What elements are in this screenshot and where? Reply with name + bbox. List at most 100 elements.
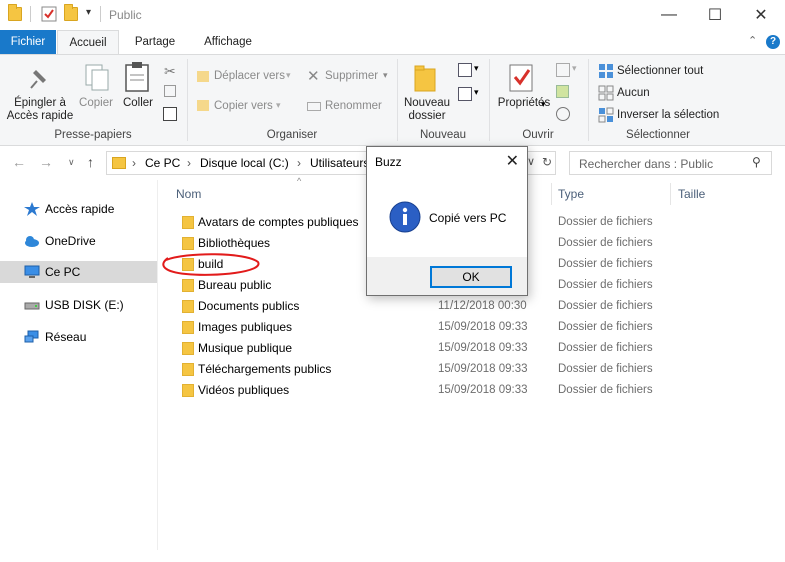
column-header-type[interactable]: Type xyxy=(558,187,584,201)
pin-quick-access-button[interactable]: Épingler à Accès rapide xyxy=(6,97,74,123)
new-folder-label-2: dossier xyxy=(408,110,446,122)
address-segment-users[interactable]: Utilisateurs xyxy=(310,156,369,170)
open-icon[interactable] xyxy=(556,63,570,77)
copy-to-button[interactable]: Copier vers xyxy=(214,100,273,113)
folder-icon xyxy=(182,384,194,397)
sidebar-item-label: USB DISK (E:) xyxy=(45,298,124,312)
file-row[interactable]: Musique publique 15/09/2018 09:33 Dossie… xyxy=(158,338,758,359)
sidebar-item-network[interactable]: Réseau xyxy=(0,326,157,348)
back-icon[interactable]: ← xyxy=(12,154,26,170)
search-box[interactable]: Rechercher dans : Public ⚲ xyxy=(569,151,772,175)
maximize-button[interactable]: ☐ xyxy=(692,0,738,30)
easy-access-icon[interactable] xyxy=(458,87,472,101)
sidebar-item-quick-access[interactable]: Accès rapide xyxy=(0,198,157,220)
file-date: 15/09/2018 09:33 xyxy=(438,342,528,354)
file-name: Téléchargements publics xyxy=(198,362,332,376)
close-button[interactable]: ✕ xyxy=(738,0,784,30)
window-title: Public xyxy=(109,8,142,22)
sidebar-item-this-pc[interactable]: Ce PC xyxy=(0,261,157,283)
open-group-label: Ouvrir xyxy=(522,129,554,141)
file-name: Images publiques xyxy=(198,320,293,334)
up-icon[interactable]: ↑ xyxy=(87,154,94,170)
new-folder-button[interactable]: Nouveau dossier xyxy=(402,97,452,123)
copy-button[interactable]: Copier xyxy=(76,97,116,110)
new-group-label: Nouveau xyxy=(419,129,467,141)
file-row[interactable]: Documents publics 11/12/2018 00:30 Dossi… xyxy=(158,296,758,317)
sidebar-item-usb-disk[interactable]: USB DISK (E:) xyxy=(0,294,157,316)
customize-qa-icon[interactable]: ▾ xyxy=(86,7,91,18)
address-segment-this-pc[interactable]: Ce PC xyxy=(145,156,180,170)
history-icon[interactable] xyxy=(556,107,570,121)
tab-view[interactable]: Affichage xyxy=(193,30,263,54)
file-type: Dossier de fichiers xyxy=(558,258,653,270)
dialog-title-bar: Buzz ✕ xyxy=(367,147,527,177)
sort-ascending-icon: ^ xyxy=(297,176,302,186)
minimize-button[interactable]: — xyxy=(646,0,692,30)
ribbon-tabs: Fichier Accueil Partage Affichage ⌃ ? xyxy=(0,30,785,54)
paste-button[interactable]: Coller xyxy=(118,97,158,110)
copy-path-icon[interactable] xyxy=(164,85,176,97)
file-date: 11/12/2018 00:30 xyxy=(438,300,527,312)
usb-drive-icon xyxy=(24,302,40,310)
select-all-button[interactable]: Sélectionner tout xyxy=(617,65,703,78)
copy-to-icon xyxy=(197,100,209,111)
delete-icon: ✕ xyxy=(307,68,320,85)
organize-group-label: Organiser xyxy=(266,129,318,141)
navigation-pane: Accès rapide OneDrive Ce PC USB DISK (E:… xyxy=(0,180,158,550)
forward-icon[interactable]: → xyxy=(39,154,53,170)
folder-icon xyxy=(182,342,194,355)
annotation-circle xyxy=(162,253,260,276)
refresh-icon[interactable]: ↻ xyxy=(542,155,552,169)
cut-icon[interactable]: ✂ xyxy=(164,63,176,80)
address-dropdown-icon[interactable]: ∨ xyxy=(527,155,535,168)
tab-share[interactable]: Partage xyxy=(124,30,186,54)
search-icon: ⚲ xyxy=(752,155,761,169)
address-folder-icon xyxy=(112,157,126,169)
dialog-body: Copié vers PC xyxy=(367,177,527,257)
rename-button[interactable]: Renommer xyxy=(325,100,382,113)
file-name: Musique publique xyxy=(198,341,293,355)
info-icon xyxy=(389,201,421,233)
pin-icon xyxy=(30,70,46,89)
title-bar: ▾ Public — ☐ ✕ xyxy=(0,0,785,30)
new-folder-icon xyxy=(414,65,436,92)
file-row[interactable]: Images publiques 15/09/2018 09:33 Dossie… xyxy=(158,317,758,338)
properties-icon xyxy=(509,64,533,92)
paste-shortcut-icon[interactable] xyxy=(163,107,177,121)
new-folder-label-1: Nouveau xyxy=(403,97,451,109)
pin-label-2: Accès rapide xyxy=(6,110,74,122)
recent-locations-icon[interactable]: ∨ xyxy=(68,157,75,168)
column-header-name[interactable]: Nom xyxy=(176,187,201,201)
folder-icon xyxy=(182,321,194,334)
tab-home[interactable]: Accueil xyxy=(57,30,119,54)
file-row[interactable]: Vidéos publiques 15/09/2018 09:33 Dossie… xyxy=(158,380,758,401)
properties-quick-icon[interactable] xyxy=(41,6,57,22)
sidebar-item-onedrive[interactable]: OneDrive xyxy=(0,230,157,252)
column-header-size[interactable]: Taille xyxy=(678,187,705,201)
pin-label-1: Épingler à xyxy=(14,97,66,109)
select-all-icon xyxy=(599,64,613,78)
cloud-icon xyxy=(25,236,39,247)
file-type: Dossier de fichiers xyxy=(558,216,653,228)
select-none-button[interactable]: Aucun xyxy=(617,87,650,100)
dialog-close-icon[interactable]: ✕ xyxy=(506,151,519,171)
move-to-button[interactable]: Déplacer vers xyxy=(214,70,285,83)
invert-selection-button[interactable]: Inverser la sélection xyxy=(617,109,719,122)
file-name: Vidéos publiques xyxy=(198,383,290,397)
collapse-ribbon-icon[interactable]: ⌃ xyxy=(748,34,757,47)
delete-button[interactable]: Supprimer xyxy=(325,70,378,83)
select-none-icon xyxy=(598,85,614,101)
search-input[interactable]: Rechercher dans : Public xyxy=(579,157,713,171)
new-item-icon[interactable] xyxy=(458,63,472,77)
help-icon[interactable]: ? xyxy=(766,35,780,49)
ok-button[interactable]: OK xyxy=(430,266,512,288)
edit-icon[interactable] xyxy=(556,85,569,98)
file-row[interactable]: Téléchargements publics 15/09/2018 09:33… xyxy=(158,359,758,380)
new-folder-quick-icon[interactable] xyxy=(64,4,78,21)
tab-file[interactable]: Fichier xyxy=(0,30,56,54)
sidebar-item-label: Ce PC xyxy=(45,265,81,279)
file-type: Dossier de fichiers xyxy=(558,300,653,312)
file-name: Avatars de comptes publiques xyxy=(198,215,359,229)
address-segment-local-disk[interactable]: Disque local (C:) xyxy=(200,156,289,170)
sidebar-item-label: Accès rapide xyxy=(45,202,115,216)
